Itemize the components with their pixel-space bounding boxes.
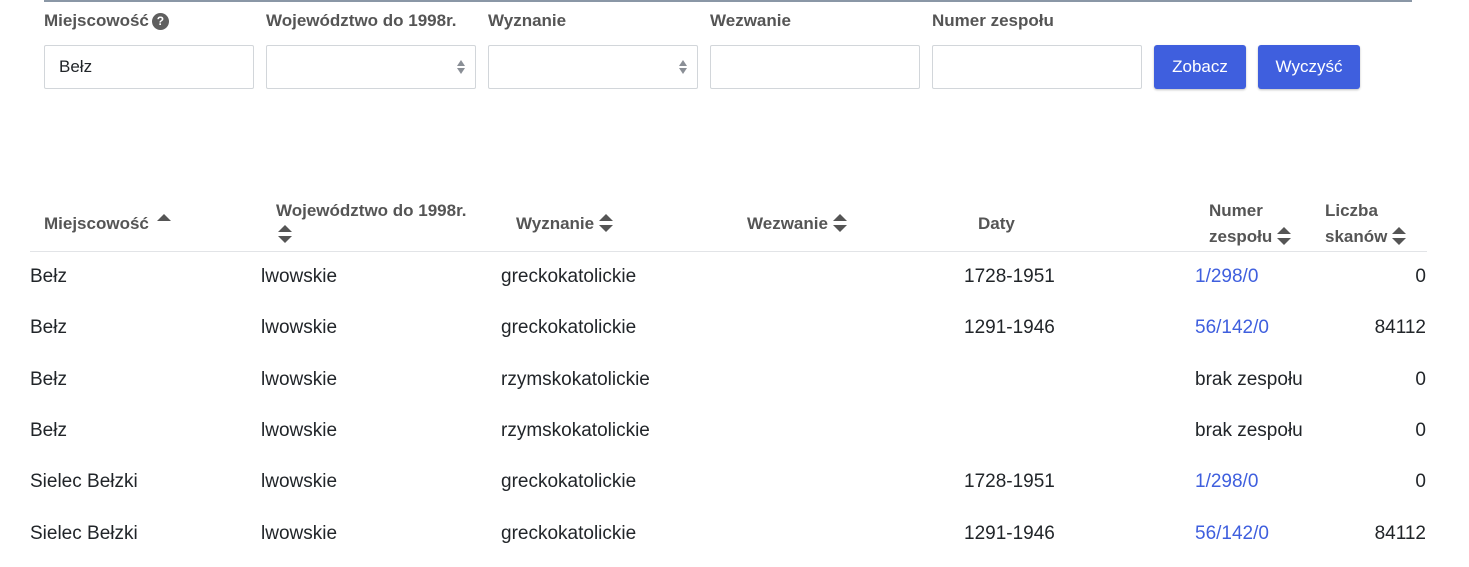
cell-wojewodztwo: lwowskie (261, 266, 338, 287)
column-header-wezwanie-label: Wezwanie (747, 214, 828, 233)
table-row: Bełz lwowskie rzymskokatolickie brak zes… (0, 416, 1469, 446)
cell-wojewodztwo: lwowskie (261, 471, 338, 492)
column-header-liczba-line1: Liczba (1325, 201, 1378, 220)
sort-icon (599, 214, 614, 232)
cell-liczba-skanow: 0 (1415, 420, 1426, 441)
cell-numer-zespolu-link[interactable]: 1/298/0 (1195, 262, 1258, 292)
cell-wyznanie: rzymskokatolickie (501, 420, 650, 441)
cell-miejscowosc: Bełz (30, 317, 67, 338)
cell-numer-zespolu: brak zespołu (1195, 420, 1303, 441)
select-arrows-icon (679, 60, 688, 74)
column-header-wezwanie[interactable]: Wezwanie (747, 211, 847, 237)
miejscowosc-input[interactable] (44, 45, 254, 89)
column-header-numer-zespolu[interactable]: Numer zespołu (1209, 198, 1292, 250)
cell-numer-zespolu-link[interactable]: 56/142/0 (1195, 313, 1269, 343)
cell-liczba-skanow: 84112 (1374, 523, 1426, 544)
cell-daty: 1291-1946 (964, 523, 1055, 544)
wojewodztwo-select[interactable] (266, 45, 476, 89)
cell-daty: 1728-1951 (964, 266, 1055, 287)
help-icon[interactable]: ? (151, 13, 169, 30)
table-row: Sielec Bełzki lwowskie greckokatolickie … (0, 467, 1469, 497)
cell-miejscowosc: Bełz (30, 420, 67, 441)
table-row: Bełz lwowskie greckokatolickie 1291-1946… (0, 313, 1469, 343)
sort-icon (278, 225, 292, 243)
cell-wojewodztwo: lwowskie (261, 420, 338, 441)
column-header-wyznanie-label: Wyznanie (516, 214, 595, 233)
sort-icon (832, 214, 847, 232)
filter-label-wezwanie: Wezwanie (710, 11, 791, 30)
table-row: Bełz lwowskie rzymskokatolickie brak zes… (0, 365, 1469, 395)
filter-label-miejscowosc: Miejscowość? (44, 11, 169, 31)
filter-label-wojewodztwo: Województwo do 1998r. (266, 11, 457, 30)
cell-wojewodztwo: lwowskie (261, 317, 338, 338)
cell-liczba-skanow: 0 (1415, 471, 1426, 492)
cell-wyznanie: greckokatolickie (501, 266, 637, 287)
cell-numer-zespolu-link[interactable]: 56/142/0 (1195, 519, 1269, 549)
top-divider (44, 0, 1412, 2)
column-header-liczba-skanow[interactable]: Liczba skanów (1325, 198, 1407, 250)
table-row: Sielec Bełzki lwowskie greckokatolickie … (0, 519, 1469, 549)
cell-wyznanie: rzymskokatolickie (501, 369, 650, 390)
zobacz-button[interactable]: Zobacz (1154, 45, 1246, 89)
cell-wojewodztwo: lwowskie (261, 523, 338, 544)
cell-liczba-skanow: 0 (1415, 266, 1426, 287)
table-header-divider (30, 251, 1427, 252)
cell-miejscowosc: Bełz (30, 369, 67, 390)
cell-wyznanie: greckokatolickie (501, 471, 637, 492)
column-header-miejscowosc[interactable]: Miejscowość (44, 211, 171, 237)
column-header-liczba-line2: skanów (1325, 227, 1388, 246)
column-header-wyznanie[interactable]: Wyznanie (516, 211, 614, 237)
sort-icon (1277, 227, 1292, 245)
numer-zespolu-input[interactable] (932, 45, 1142, 89)
cell-miejscowosc: Bełz (30, 266, 67, 287)
sort-ascending-icon (156, 214, 171, 221)
column-header-miejscowosc-label: Miejscowość (44, 214, 149, 233)
filter-label-numer: Numer zespołu (932, 11, 1054, 30)
wyczysc-button[interactable]: Wyczyść (1258, 45, 1360, 89)
wyznanie-select[interactable] (488, 45, 698, 89)
cell-liczba-skanow: 0 (1415, 369, 1426, 390)
column-header-numer-line2: zespołu (1209, 227, 1273, 246)
select-arrows-icon (457, 60, 466, 74)
cell-daty: 1291-1946 (964, 317, 1055, 338)
column-header-daty: Daty (978, 214, 1015, 233)
column-header-wojewodztwo-label: Województwo do 1998r. (276, 201, 467, 220)
filter-label-wyznanie: Wyznanie (488, 11, 567, 30)
column-header-numer-line1: Numer (1209, 201, 1263, 220)
filter-label-miejscowosc-text: Miejscowość (44, 11, 149, 30)
column-header-wojewodztwo[interactable]: Województwo do 1998r. (276, 198, 467, 248)
sort-icon (1392, 227, 1407, 245)
cell-wojewodztwo: lwowskie (261, 369, 338, 390)
wezwanie-input[interactable] (710, 45, 920, 89)
cell-miejscowosc: Sielec Bełzki (30, 471, 138, 492)
cell-numer-zespolu: brak zespołu (1195, 369, 1303, 390)
cell-wyznanie: greckokatolickie (501, 523, 637, 544)
cell-daty: 1728-1951 (964, 471, 1055, 492)
table-row: Bełz lwowskie greckokatolickie 1728-1951… (0, 262, 1469, 292)
cell-numer-zespolu-link[interactable]: 1/298/0 (1195, 467, 1258, 497)
cell-miejscowosc: Sielec Bełzki (30, 523, 138, 544)
cell-liczba-skanow: 84112 (1374, 317, 1426, 338)
cell-wyznanie: greckokatolickie (501, 317, 637, 338)
